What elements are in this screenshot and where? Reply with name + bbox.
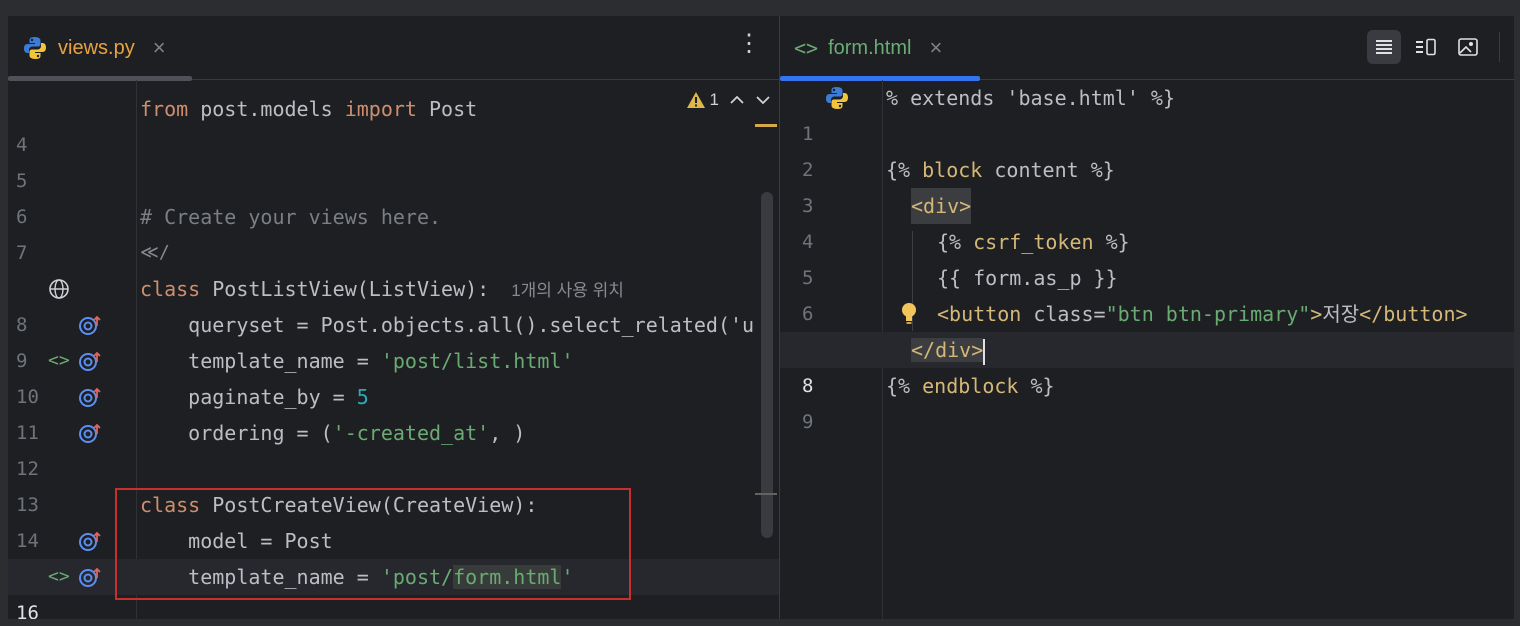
code-string: '-created_at': [332, 421, 490, 445]
override-icon[interactable]: [78, 350, 102, 372]
html-tag: <button: [937, 302, 1022, 326]
code-line: 6: [8, 163, 779, 228]
right-code-area[interactable]: 1 % extends 'base.html' %} 2 3 {% block …: [780, 80, 1514, 619]
html-attr: class=: [1021, 302, 1106, 326]
highlight-annotation-box: [115, 488, 631, 600]
image-preview-icon: [1458, 38, 1478, 56]
override-icon[interactable]: [78, 566, 102, 588]
code-line-current: 8 </div>: [780, 332, 1514, 397]
code-line: 4 <div>: [780, 188, 1514, 253]
editor-and-preview-button[interactable]: [1409, 30, 1443, 64]
editor-frame: views.py × ⋮ 1 4 from post.models import…: [8, 16, 1514, 619]
code-token: template_name =: [140, 349, 381, 373]
left-tab-bar: views.py × ⋮: [8, 16, 779, 81]
code-token: %}: [1093, 230, 1130, 254]
lightbulb-icon[interactable]: [900, 301, 918, 327]
code-line: 3 {% block content %}: [780, 152, 1514, 217]
code-token: import: [344, 97, 417, 121]
usage-hint[interactable]: 1개의 사용 위치: [511, 281, 624, 300]
split-view-icon: [1416, 38, 1436, 56]
more-options-icon[interactable]: ⋮: [737, 32, 761, 56]
code-line: 11 paginate_by = 5: [8, 379, 779, 444]
line-number: 9: [802, 411, 814, 433]
code-line: 9 {% endblock %}: [780, 368, 1514, 433]
code-token: {%: [937, 230, 974, 254]
html-tag: <div>: [911, 188, 972, 224]
html-template-icon[interactable]: <>: [48, 343, 70, 379]
code-keyword: endblock: [922, 374, 1019, 398]
code-line: 7 # Create your views here.: [8, 199, 779, 264]
code-token: ordering = (: [140, 421, 333, 445]
code-token: {{ form.as_p }}: [937, 266, 1118, 290]
code-vision-line: ≪/: [8, 235, 779, 271]
code-line: 5 {% csrf_token %}: [780, 224, 1514, 289]
code-token: Post: [416, 97, 478, 121]
code-token: class: [140, 277, 201, 301]
lines-icon: [1376, 40, 1392, 54]
close-tab-icon[interactable]: ×: [929, 37, 942, 59]
code-line: 7 <button class="btn btn-primary">저장</bu…: [780, 296, 1514, 361]
code-line: 6 {{ form.as_p }}: [780, 260, 1514, 325]
code-token: from: [140, 97, 189, 121]
tab-form-html[interactable]: <> form.html ×: [780, 16, 980, 81]
override-icon[interactable]: [78, 314, 102, 336]
tab-label: form.html: [828, 36, 912, 59]
code-line: 13: [8, 451, 779, 516]
code-token: % extends 'base.html' %}: [886, 86, 1175, 110]
html-attr-value: "btn btn-primary": [1105, 302, 1311, 326]
code-line: 5: [8, 127, 779, 192]
code-token: %}: [1018, 374, 1055, 398]
html-tag: >: [1310, 302, 1323, 326]
preview-only-button[interactable]: [1451, 30, 1485, 64]
override-icon[interactable]: [78, 422, 102, 444]
code-line: 9 queryset = Post.objects.all().select_r…: [8, 307, 779, 372]
left-editor-pane: views.py × ⋮ 1 4 from post.models import…: [8, 16, 779, 619]
tab-label: views.py: [58, 36, 135, 59]
override-icon[interactable]: [78, 386, 102, 408]
line-number: 16: [16, 602, 39, 619]
html-template-icon[interactable]: <>: [48, 559, 70, 595]
code-string: 'post/list.html': [380, 349, 574, 373]
code-line: 10 <> template_name = 'post/list.html': [8, 343, 779, 408]
code-token: {%: [886, 158, 923, 182]
code-token: {%: [886, 374, 923, 398]
right-editor-pane: <> form.html × 1 % extends 'base.html' %…: [780, 16, 1514, 619]
code-token: PostListView(ListView):: [200, 277, 490, 301]
override-icon[interactable]: [78, 530, 102, 552]
code-token: queryset = Post.objects.all().select_rel…: [140, 313, 755, 337]
code-keyword: csrf_token: [973, 230, 1094, 254]
python-icon[interactable]: [824, 85, 850, 111]
tab-views-py[interactable]: views.py ×: [8, 16, 192, 81]
globe-icon[interactable]: [48, 278, 70, 300]
editor-only-button[interactable]: [1367, 30, 1401, 64]
close-tab-icon[interactable]: ×: [153, 37, 166, 59]
code-keyword: block: [922, 158, 983, 182]
code-token: , ): [489, 421, 526, 445]
toolbar-separator: [1499, 32, 1500, 62]
code-line: 4 from post.models import Post: [8, 91, 779, 156]
text-caret: [983, 338, 986, 365]
code-comment: # Create your views here.: [140, 205, 442, 229]
code-line: 1 % extends 'base.html' %}: [780, 80, 1514, 145]
html-tag: </div>: [911, 338, 984, 362]
code-line: 8 class PostListView(ListView): 1개의 사용 위치: [8, 271, 779, 336]
code-token: paginate_by =: [140, 385, 357, 409]
preview-toolbar: [1367, 30, 1500, 64]
code-line: 12 ordering = ('-created_at', ): [8, 415, 779, 480]
code-token: post.models: [188, 97, 345, 121]
html-file-icon: <>: [794, 36, 819, 60]
html-tag: </button>: [1359, 302, 1468, 326]
code-number: 5: [356, 385, 369, 409]
code-line: 2: [780, 116, 1514, 181]
html-text: 저장: [1322, 302, 1360, 326]
python-file-icon: [24, 37, 46, 59]
share-icon[interactable]: ≪/: [140, 235, 170, 271]
right-tab-bar: <> form.html ×: [780, 16, 1514, 81]
code-token: content %}: [982, 158, 1115, 182]
